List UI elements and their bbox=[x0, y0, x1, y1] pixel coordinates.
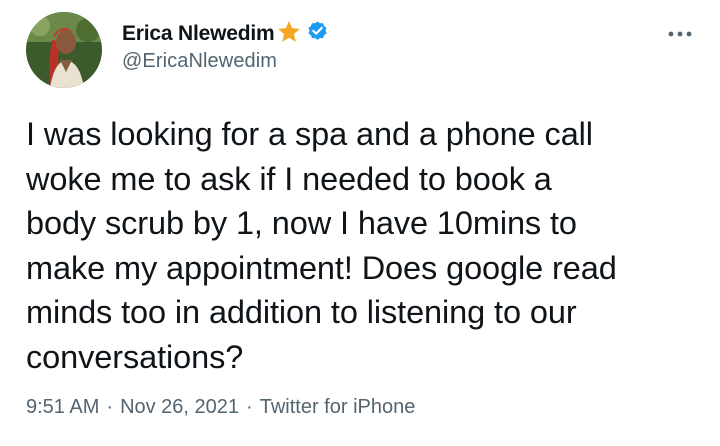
meta-separator: · bbox=[106, 396, 114, 418]
display-name[interactable]: Erica Nlewedim bbox=[122, 22, 275, 46]
tweet-text: I was looking for a spa and a phone call… bbox=[26, 116, 617, 375]
star-icon bbox=[276, 19, 302, 50]
author-name-row: Erica Nlewedim bbox=[122, 20, 329, 48]
tweet: Erica Nlewedim @EricaNlewedim I was look… bbox=[0, 0, 720, 446]
more-icon bbox=[668, 31, 692, 37]
verified-icon bbox=[306, 20, 329, 48]
author-handle[interactable]: @EricaNlewedim bbox=[122, 50, 277, 73]
tweet-source[interactable]: Twitter for iPhone bbox=[260, 396, 416, 419]
tweet-metadata: 9:51 AM · Nov 26, 2021 · Twitter for iPh… bbox=[26, 396, 415, 419]
more-options-button[interactable] bbox=[662, 22, 698, 46]
meta-separator: · bbox=[246, 396, 253, 418]
tweet-time[interactable]: 9:51 AM bbox=[26, 396, 99, 419]
avatar[interactable] bbox=[26, 12, 102, 88]
avatar-image bbox=[26, 12, 102, 88]
tweet-date[interactable]: Nov 26, 2021 bbox=[120, 396, 239, 419]
